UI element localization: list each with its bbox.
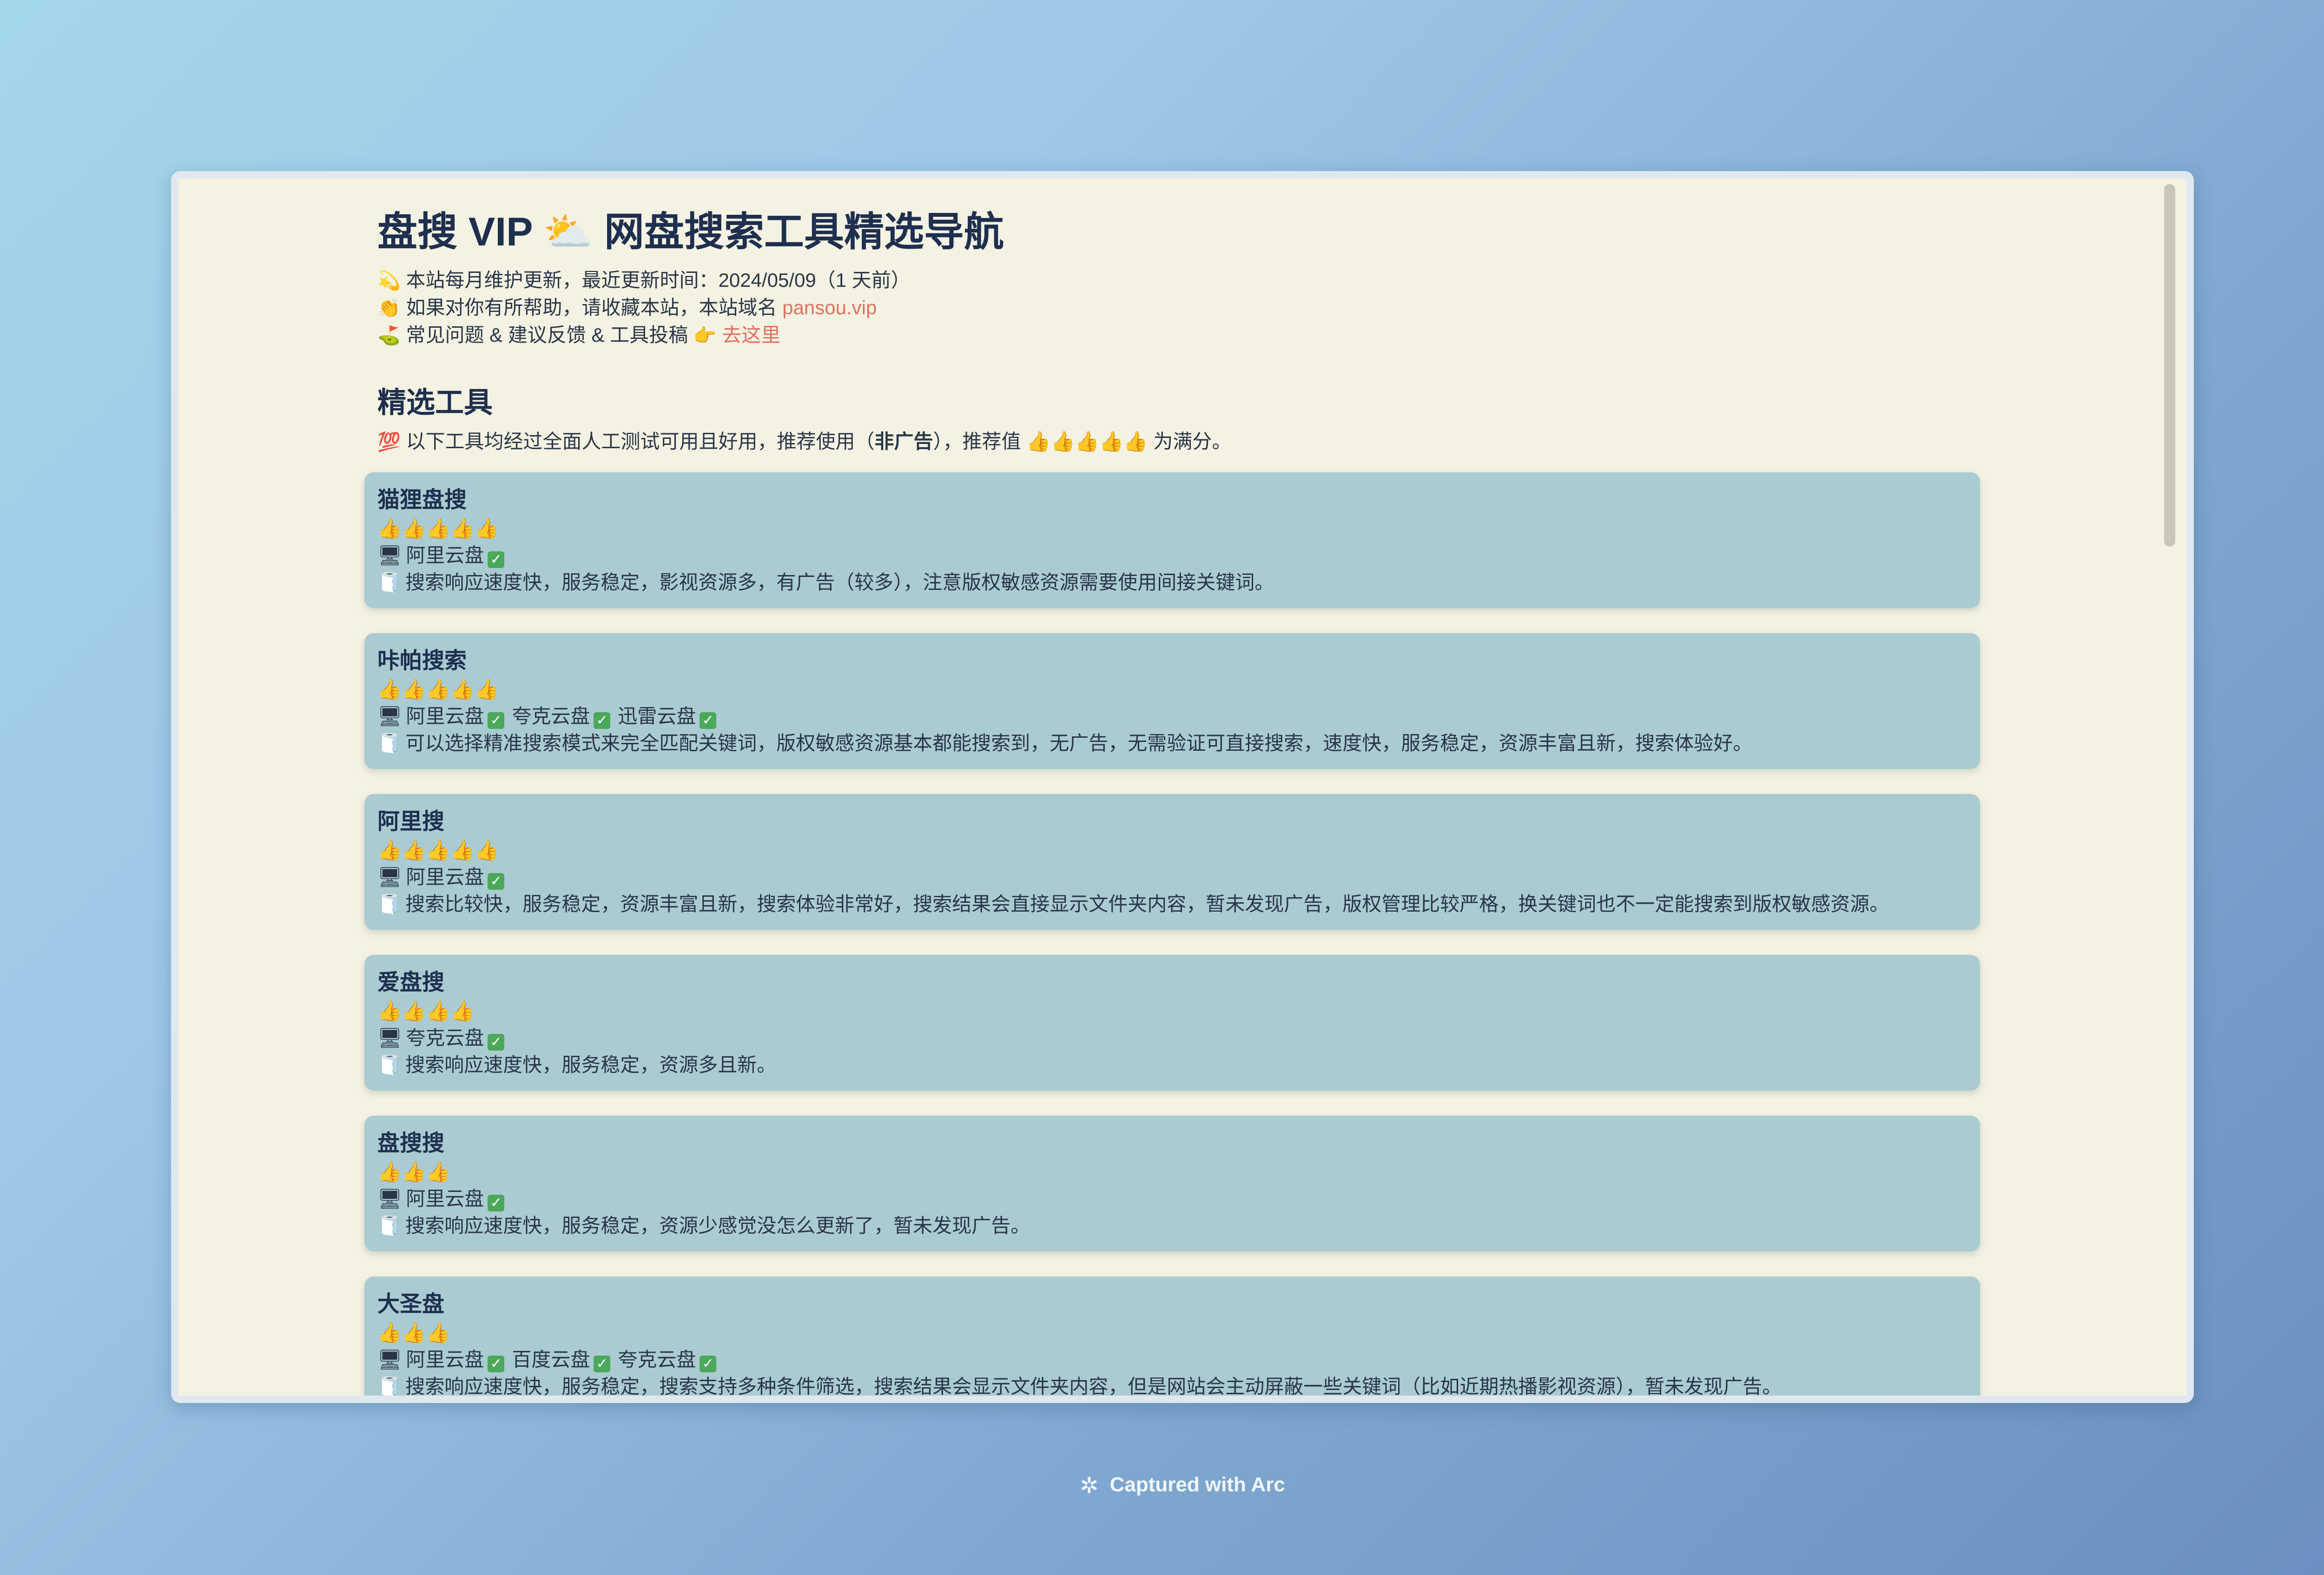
check-mark-icon: ✓	[488, 1356, 505, 1373]
feedback-info-line: ⛳ 常见问题 & 建议反馈 & 工具投稿 👉 去这里	[377, 322, 1991, 349]
hundred-points-icon: 💯	[377, 432, 401, 453]
bookmark-info-line: 👏 如果对你有所帮助，请收藏本站，本站域名 pansou.vip	[377, 294, 1991, 322]
monitor-icon: 🖥	[377, 544, 403, 567]
tool-card[interactable]: 爱盘搜 👍👍👍👍 🖥 夸克云盘 ✓ 🧻 搜索响应速度快，服务稳定，资源多且新。	[364, 955, 1980, 1091]
tool-description-text: 搜索响应速度快，服务稳定，资源多且新。	[405, 1054, 777, 1076]
check-mark-icon: ✓	[594, 712, 611, 729]
check-mark-icon: ✓	[488, 551, 505, 569]
drive-label: 阿里云盘	[406, 866, 484, 888]
monitor-icon: 🖥	[377, 866, 403, 888]
tool-description: 🧻 搜索响应速度快，服务稳定，搜索支持多种条件筛选，搜索结果会显示文件夹内容，但是…	[377, 1373, 1967, 1396]
drive-label: 阿里云盘	[406, 705, 484, 728]
monitor-icon: 🖥	[377, 1027, 403, 1049]
capture-footer: ✲ Captured with Arc	[0, 1473, 2324, 1499]
memo-icon: 🧻	[377, 571, 402, 594]
domain-link[interactable]: pansou.vip	[782, 297, 877, 318]
tool-card[interactable]: 阿里搜 👍👍👍👍👍 🖥 阿里云盘 ✓ 🧻 搜索比较快，服务稳定，资源丰富且新，搜索体验非常好…	[364, 794, 1980, 930]
tool-card[interactable]: 盘搜搜 👍👍👍 🖥 阿里云盘 ✓ 🧻 搜索响应速度快，服务稳定，资源少感觉没怎么更新了，暂未…	[364, 1116, 1980, 1252]
monitor-icon: 🖥	[377, 705, 403, 728]
section-note-text-pre: 以下工具均经过全面人工测试可用且好用，推荐使用（	[406, 430, 875, 453]
section-note: 💯 以下工具均经过全面人工测试可用且好用，推荐使用（非广告），推荐值 👍👍👍👍👍…	[377, 428, 1991, 456]
pointing-hand-icon: 👉	[693, 325, 717, 346]
memo-icon: 🧻	[377, 893, 402, 915]
clap-icon: 👏	[377, 298, 401, 318]
tool-drives: 🖥 阿里云盘 ✓	[377, 1185, 1967, 1212]
tool-rating: 👍👍👍	[377, 1322, 450, 1344]
arc-logo-icon: ✲	[1080, 1474, 1099, 1498]
tool-description: 🧻 搜索响应速度快，服务稳定，影视资源多，有广告（较多），注意版权敏感资源需要使用…	[377, 569, 1967, 596]
check-mark-icon: ✓	[700, 1356, 717, 1373]
golf-flag-icon: ⛳	[377, 325, 401, 346]
tool-card[interactable]: 咔帕搜索 👍👍👍👍👍 🖥 阿里云盘 ✓ 夸克云盘 ✓ 迅雷云盘 ✓ 🧻 可以选择精准搜索模式来完全匹…	[364, 633, 1980, 769]
section-title: 精选工具	[377, 386, 493, 419]
update-info-line: 💫 本站每月维护更新，最近更新时间：2024/05/09（1 天前）	[377, 267, 1991, 294]
update-info-text: 本站每月维护更新，最近更新时间：2024/05/09（1 天前）	[406, 269, 911, 291]
tool-drives: 🖥 阿里云盘 ✓ 百度云盘 ✓ 夸克云盘 ✓	[377, 1346, 1967, 1373]
tool-card[interactable]: 猫狸盘搜 👍👍👍👍👍 🖥 阿里云盘 ✓ 🧻 搜索响应速度快，服务稳定，影视资源多，有广告（较…	[364, 472, 1980, 609]
drive-label: 阿里云盘	[406, 544, 484, 567]
drive-label: 阿里云盘	[406, 1188, 484, 1210]
tool-list: 猫狸盘搜 👍👍👍👍👍 🖥 阿里云盘 ✓ 🧻 搜索响应速度快，服务稳定，影视资源多，有广告（较…	[364, 472, 1991, 1396]
tool-rating: 👍👍👍👍👍	[377, 839, 499, 861]
browser-window: 盘搜 VIP ⛅ 网盘搜索工具精选导航 💫 本站每月维护更新，最近更新时间：20…	[171, 171, 2194, 1403]
drive-label: 阿里云盘	[406, 1349, 484, 1371]
tool-description-text: 可以选择精准搜索模式来完全匹配关键词，版权敏感资源基本都能搜索到，无广告，无需验…	[405, 732, 1753, 754]
drive-label: 夸克云盘	[512, 705, 590, 728]
drive-label: 百度云盘	[512, 1349, 590, 1371]
tool-drives: 🖥 阿里云盘 ✓	[377, 864, 1967, 891]
bookmark-info-text: 如果对你有所帮助，请收藏本站，本站域名	[406, 296, 777, 318]
tool-description-text: 搜索响应速度快，服务稳定，搜索支持多种条件筛选，搜索结果会显示文件夹内容，但是网…	[405, 1376, 1782, 1396]
tool-rating: 👍👍👍👍👍	[377, 517, 499, 540]
scrollbar[interactable]	[2161, 179, 2175, 1396]
tool-name[interactable]: 大圣盘	[377, 1290, 1967, 1319]
feedback-link[interactable]: 去这里	[722, 324, 780, 346]
tool-rating: 👍👍👍👍👍	[377, 678, 499, 701]
page-viewport[interactable]: 盘搜 VIP ⛅ 网盘搜索工具精选导航 💫 本站每月维护更新，最近更新时间：20…	[178, 179, 2186, 1396]
monitor-icon: 🖥	[377, 1188, 403, 1210]
tool-name[interactable]: 爱盘搜	[377, 968, 1967, 998]
tool-card[interactable]: 大圣盘 👍👍👍 🖥 阿里云盘 ✓ 百度云盘 ✓ 夸克云盘 ✓ 🧻 搜索响应速度快，服务稳定，搜索支持…	[364, 1277, 1980, 1396]
page-content: 盘搜 VIP ⛅ 网盘搜索工具精选导航 💫 本站每月维护更新，最近更新时间：20…	[364, 206, 1991, 1396]
capture-footer-text: Captured with Arc	[1109, 1473, 1285, 1496]
tool-description: 🧻 搜索响应速度快，服务稳定，资源少感觉没怎么更新了，暂未发现广告。	[377, 1212, 1967, 1239]
check-mark-icon: ✓	[488, 1034, 505, 1051]
check-mark-icon: ✓	[488, 712, 505, 729]
tool-rating: 👍👍👍👍	[377, 1000, 475, 1022]
tool-description: 🧻 搜索比较快，服务稳定，资源丰富且新，搜索体验非常好，搜索结果会直接显示文件夹内…	[377, 891, 1967, 918]
memo-icon: 🧻	[377, 1215, 402, 1237]
section-note-bold: 非广告	[874, 430, 933, 453]
tool-description-text: 搜索比较快，服务稳定，资源丰富且新，搜索体验非常好，搜索结果会直接显示文件夹内容…	[405, 893, 1889, 915]
tool-description: 🧻 可以选择精准搜索模式来完全匹配关键词，版权敏感资源基本都能搜索到，无广告，无需…	[377, 730, 1967, 757]
check-mark-icon: ✓	[488, 873, 505, 890]
check-mark-icon: ✓	[594, 1356, 611, 1373]
drive-label: 夸克云盘	[618, 1349, 696, 1371]
tool-drives: 🖥 夸克云盘 ✓	[377, 1025, 1967, 1052]
check-mark-icon: ✓	[700, 712, 717, 729]
dizzy-icon: 💫	[377, 270, 401, 291]
tool-rating: 👍👍👍	[377, 1161, 450, 1183]
tool-name[interactable]: 猫狸盘搜	[377, 485, 1967, 515]
check-mark-icon: ✓	[488, 1195, 505, 1212]
tool-name[interactable]: 咔帕搜索	[377, 646, 1967, 676]
drive-label: 迅雷云盘	[618, 705, 696, 728]
section-note-text-post: ），推荐值 👍👍👍👍👍 为满分。	[933, 430, 1232, 453]
tool-description-text: 搜索响应速度快，服务稳定，资源少感觉没怎么更新了，暂未发现广告。	[405, 1215, 1030, 1237]
tool-drives: 🖥 阿里云盘 ✓	[377, 542, 1967, 569]
feedback-info-text: 常见问题 & 建议反馈 & 工具投稿	[406, 324, 688, 346]
memo-icon: 🧻	[377, 1376, 402, 1396]
tool-description-text: 搜索响应速度快，服务稳定，影视资源多，有广告（较多），注意版权敏感资源需要使用间…	[405, 571, 1274, 594]
tool-name[interactable]: 阿里搜	[377, 807, 1967, 837]
tool-drives: 🖥 阿里云盘 ✓ 夸克云盘 ✓ 迅雷云盘 ✓	[377, 703, 1967, 730]
memo-icon: 🧻	[377, 732, 402, 754]
page-title: 盘搜 VIP ⛅ 网盘搜索工具精选导航	[377, 210, 1004, 254]
drive-label: 夸克云盘	[406, 1027, 484, 1049]
tool-description: 🧻 搜索响应速度快，服务稳定，资源多且新。	[377, 1052, 1967, 1079]
scroll-thumb[interactable]	[2164, 184, 2175, 547]
tool-name[interactable]: 盘搜搜	[377, 1129, 1967, 1158]
monitor-icon: 🖥	[377, 1349, 403, 1371]
memo-icon: 🧻	[377, 1054, 402, 1076]
